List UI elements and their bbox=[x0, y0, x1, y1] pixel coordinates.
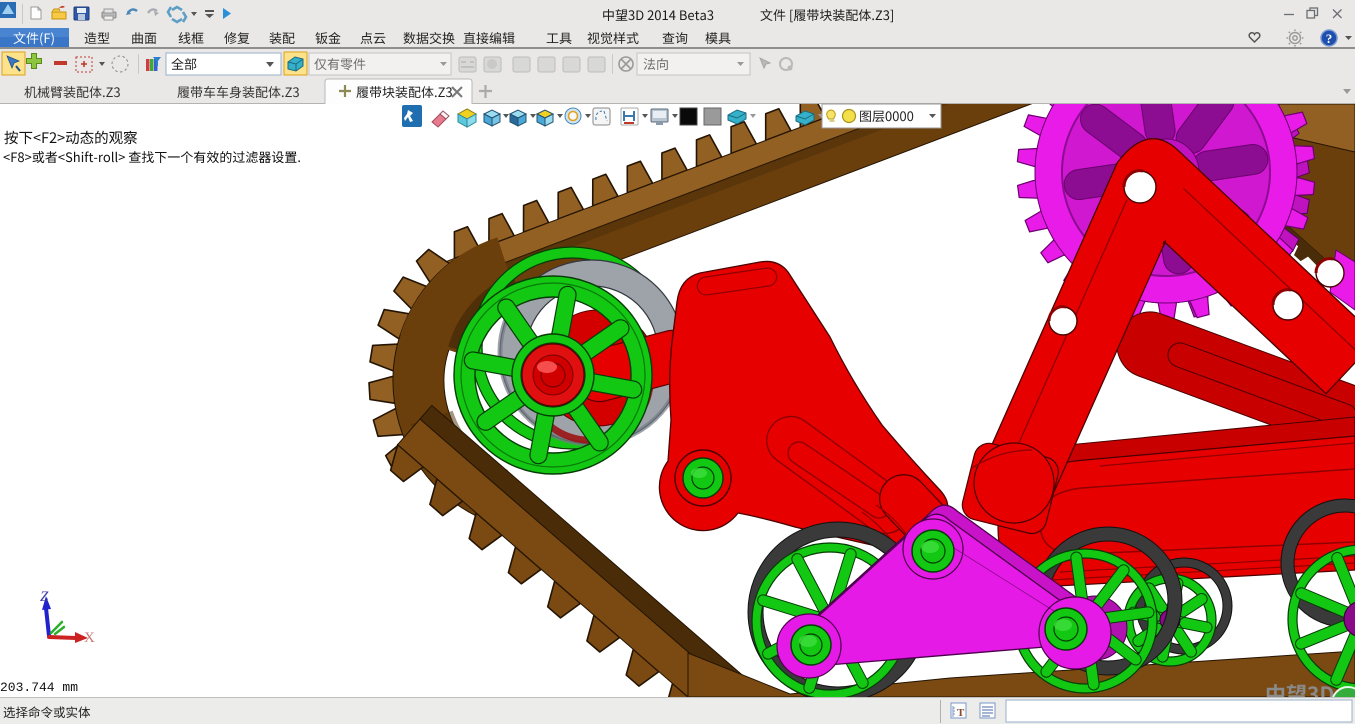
svg-text:X: X bbox=[84, 630, 95, 646]
svg-text:203.744 mm: 203.744 mm bbox=[0, 680, 78, 695]
svg-text:T: T bbox=[957, 707, 965, 719]
svg-text:Z: Z bbox=[40, 589, 49, 605]
svg-text:?: ? bbox=[1326, 31, 1333, 46]
